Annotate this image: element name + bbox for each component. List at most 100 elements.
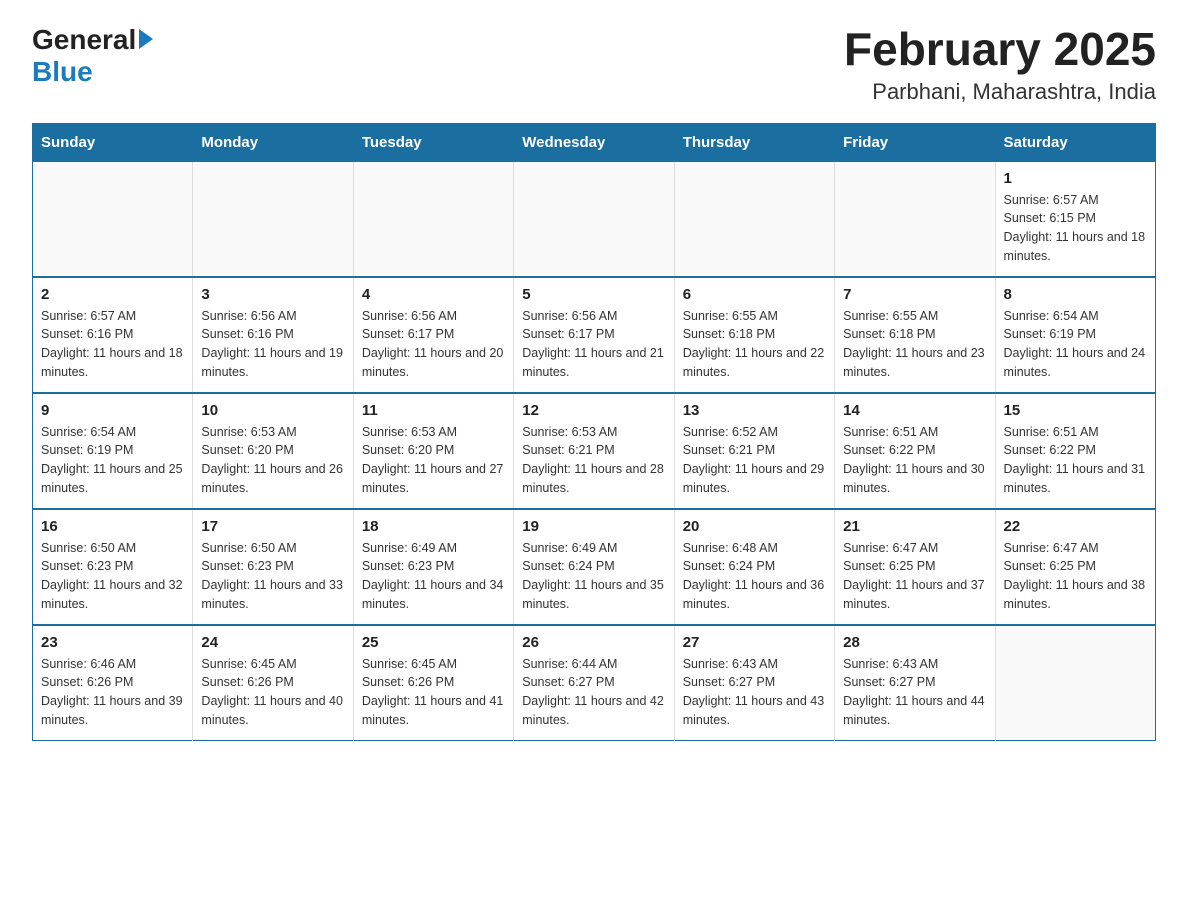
calendar-week-row: 1Sunrise: 6:57 AMSunset: 6:15 PMDaylight… [33,161,1156,277]
calendar-cell: 3 Sunrise: 6:56 AMSunset: 6:16 PMDaylight… [193,277,353,393]
calendar-cell: 18Sunrise: 6:49 AMSunset: 6:23 PMDayligh… [353,509,513,625]
day-number: 2 [41,286,184,303]
day-info: Sunrise: 6:51 AMSunset: 6:22 PMDaylight:… [1004,423,1147,498]
day-info: Sunrise: 6:55 AMSunset: 6:18 PMDaylight:… [683,307,826,382]
calendar-cell [674,161,834,277]
calendar-cell: 9 Sunrise: 6:54 AMSunset: 6:19 PMDaylight… [33,393,193,509]
calendar-cell: 12 Sunrise: 6:53 AMSunset: 6:21 PMDayligh… [514,393,674,509]
calendar-week-row: 2 Sunrise: 6:57 AMSunset: 6:16 PMDaylight… [33,277,1156,393]
calendar-cell [514,161,674,277]
header-sunday: Sunday [33,123,193,161]
day-number: 3 [201,286,344,303]
day-info: Sunrise: 6:45 AMSunset: 6:26 PMDaylight:… [362,655,505,730]
logo: General Blue [32,24,153,88]
calendar-cell: 28Sunrise: 6:43 AMSunset: 6:27 PMDayligh… [835,625,995,741]
calendar-cell: 10 Sunrise: 6:53 AMSunset: 6:20 PMDayligh… [193,393,353,509]
calendar-cell: 16 Sunrise: 6:50 AMSunset: 6:23 PMDayligh… [33,509,193,625]
day-number: 24 [201,634,344,651]
logo-blue-text: Blue [32,56,93,87]
day-number: 8 [1004,286,1147,303]
calendar-cell: 23Sunrise: 6:46 AMSunset: 6:26 PMDayligh… [33,625,193,741]
calendar-cell [33,161,193,277]
calendar-cell: 19 Sunrise: 6:49 AMSunset: 6:24 PMDayligh… [514,509,674,625]
header-monday: Monday [193,123,353,161]
calendar-cell: 15 Sunrise: 6:51 AMSunset: 6:22 PMDayligh… [995,393,1155,509]
subtitle: Parbhani, Maharashtra, India [844,79,1156,105]
logo-arrow-icon [139,29,153,49]
day-info: Sunrise: 6:47 AMSunset: 6:25 PMDaylight:… [1004,539,1147,614]
day-number: 11 [362,402,505,419]
calendar-cell: 21 Sunrise: 6:47 AMSunset: 6:25 PMDayligh… [835,509,995,625]
day-number: 16 [41,518,184,535]
logo-general-text: General [32,24,136,56]
day-number: 21 [843,518,986,535]
day-info: Sunrise: 6:52 AMSunset: 6:21 PMDaylight:… [683,423,826,498]
day-number: 25 [362,634,505,651]
day-number: 14 [843,402,986,419]
calendar-header-row: Sunday Monday Tuesday Wednesday Thursday… [33,123,1156,161]
day-number: 28 [843,634,986,651]
day-number: 10 [201,402,344,419]
day-number: 1 [1004,170,1147,187]
day-info: Sunrise: 6:56 AMSunset: 6:16 PMDaylight:… [201,307,344,382]
day-number: 6 [683,286,826,303]
day-info: Sunrise: 6:56 AMSunset: 6:17 PMDaylight:… [522,307,665,382]
calendar-cell: 6 Sunrise: 6:55 AMSunset: 6:18 PMDaylight… [674,277,834,393]
day-info: Sunrise: 6:48 AMSunset: 6:24 PMDaylight:… [683,539,826,614]
day-info: Sunrise: 6:49 AMSunset: 6:23 PMDaylight:… [362,539,505,614]
day-info: Sunrise: 6:53 AMSunset: 6:20 PMDaylight:… [201,423,344,498]
header-tuesday: Tuesday [353,123,513,161]
calendar-cell: 1Sunrise: 6:57 AMSunset: 6:15 PMDaylight… [995,161,1155,277]
calendar-week-row: 9 Sunrise: 6:54 AMSunset: 6:19 PMDaylight… [33,393,1156,509]
day-number: 26 [522,634,665,651]
calendar-cell: 22 Sunrise: 6:47 AMSunset: 6:25 PMDayligh… [995,509,1155,625]
day-number: 15 [1004,402,1147,419]
day-info: Sunrise: 6:51 AMSunset: 6:22 PMDaylight:… [843,423,986,498]
day-info: Sunrise: 6:44 AMSunset: 6:27 PMDaylight:… [522,655,665,730]
title-block: February 2025 Parbhani, Maharashtra, Ind… [844,24,1156,105]
day-number: 19 [522,518,665,535]
day-info: Sunrise: 6:49 AMSunset: 6:24 PMDaylight:… [522,539,665,614]
day-info: Sunrise: 6:54 AMSunset: 6:19 PMDaylight:… [1004,307,1147,382]
day-info: Sunrise: 6:57 AMSunset: 6:16 PMDaylight:… [41,307,184,382]
calendar-table: Sunday Monday Tuesday Wednesday Thursday… [32,123,1156,741]
day-info: Sunrise: 6:53 AMSunset: 6:20 PMDaylight:… [362,423,505,498]
day-info: Sunrise: 6:53 AMSunset: 6:21 PMDaylight:… [522,423,665,498]
day-number: 12 [522,402,665,419]
calendar-cell: 14 Sunrise: 6:51 AMSunset: 6:22 PMDayligh… [835,393,995,509]
calendar-cell: 4 Sunrise: 6:56 AMSunset: 6:17 PMDaylight… [353,277,513,393]
day-number: 20 [683,518,826,535]
calendar-cell: 8 Sunrise: 6:54 AMSunset: 6:19 PMDaylight… [995,277,1155,393]
day-number: 22 [1004,518,1147,535]
calendar-cell: 20 Sunrise: 6:48 AMSunset: 6:24 PMDayligh… [674,509,834,625]
day-info: Sunrise: 6:47 AMSunset: 6:25 PMDaylight:… [843,539,986,614]
calendar-cell: 7 Sunrise: 6:55 AMSunset: 6:18 PMDaylight… [835,277,995,393]
day-info: Sunrise: 6:50 AMSunset: 6:23 PMDaylight:… [41,539,184,614]
day-number: 5 [522,286,665,303]
day-info: Sunrise: 6:55 AMSunset: 6:18 PMDaylight:… [843,307,986,382]
page-title: February 2025 [844,24,1156,75]
header-friday: Friday [835,123,995,161]
day-number: 4 [362,286,505,303]
calendar-cell: 25 Sunrise: 6:45 AMSunset: 6:26 PMDayligh… [353,625,513,741]
calendar-cell [353,161,513,277]
calendar-cell [193,161,353,277]
day-info: Sunrise: 6:56 AMSunset: 6:17 PMDaylight:… [362,307,505,382]
day-number: 17 [201,518,344,535]
header-wednesday: Wednesday [514,123,674,161]
day-number: 13 [683,402,826,419]
calendar-cell: 13 Sunrise: 6:52 AMSunset: 6:21 PMDayligh… [674,393,834,509]
day-number: 23 [41,634,184,651]
calendar-cell: 5 Sunrise: 6:56 AMSunset: 6:17 PMDaylight… [514,277,674,393]
calendar-cell [995,625,1155,741]
day-info: Sunrise: 6:54 AMSunset: 6:19 PMDaylight:… [41,423,184,498]
day-info: Sunrise: 6:43 AMSunset: 6:27 PMDaylight:… [683,655,826,730]
day-number: 9 [41,402,184,419]
calendar-week-row: 16 Sunrise: 6:50 AMSunset: 6:23 PMDayligh… [33,509,1156,625]
calendar-week-row: 23Sunrise: 6:46 AMSunset: 6:26 PMDayligh… [33,625,1156,741]
calendar-cell [835,161,995,277]
calendar-cell: 2 Sunrise: 6:57 AMSunset: 6:16 PMDaylight… [33,277,193,393]
header-thursday: Thursday [674,123,834,161]
day-number: 7 [843,286,986,303]
calendar-cell: 17Sunrise: 6:50 AMSunset: 6:23 PMDayligh… [193,509,353,625]
